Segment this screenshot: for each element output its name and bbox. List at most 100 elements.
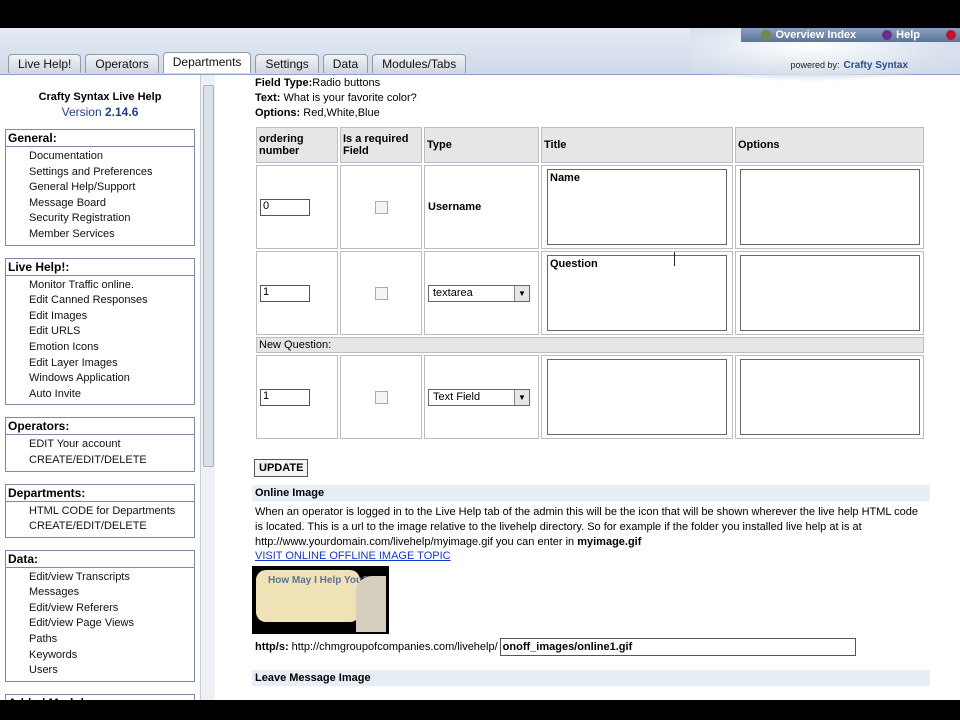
options-textarea[interactable]	[739, 255, 920, 331]
sidebar-item[interactable]: CREATE/EDIT/DELETE	[29, 519, 194, 535]
app-window: Overview Index Help powered by: Crafty Sy…	[0, 28, 960, 700]
sidebar-group-title: General:	[6, 130, 194, 147]
sidebar-item[interactable]: Emotion Icons	[29, 340, 194, 356]
video-letterbox-top	[0, 0, 960, 28]
online-image-filename: myimage.gif	[577, 536, 642, 548]
required-checkbox[interactable]	[374, 200, 388, 214]
sidebar-item[interactable]: Edit/view Transcripts	[29, 570, 194, 586]
text-label: Text:	[255, 92, 281, 104]
options-value: Red,White,Blue	[303, 107, 380, 119]
sidebar-item[interactable]: Paths	[29, 632, 194, 648]
help-label: Help	[896, 29, 920, 41]
http-base-url: http://chmgroupofcompanies.com/livehelp/	[291, 641, 498, 653]
type-select-value: Text Field	[433, 391, 481, 403]
sidebar-group: General: Documentation Settings and Prefer…	[5, 129, 195, 246]
sidebar-item[interactable]: Edit/view Page Views	[29, 616, 194, 632]
chevron-down-icon[interactable]: ▼	[514, 285, 529, 301]
tab-operators[interactable]: Operators	[85, 54, 159, 73]
options-textarea[interactable]	[739, 359, 920, 435]
type-cell: Username	[424, 165, 539, 249]
tab-modules[interactable]: Modules/Tabs	[372, 54, 467, 73]
field-type-label: Field Type:	[255, 77, 313, 89]
field-type-value: Radio buttons	[312, 77, 381, 89]
sidebar-item[interactable]: General Help/Support	[29, 180, 194, 196]
type-text: Username	[428, 201, 482, 213]
text-cursor	[674, 252, 677, 266]
http-row: http/s: http://chmgroupofcompanies.com/l…	[255, 638, 856, 656]
sidebar-group-items: Monitor Traffic online. Edit Canned Respo…	[6, 275, 194, 405]
sidebar-item[interactable]: CREATE/EDIT/DELETE	[29, 453, 194, 469]
sidebar-group: Departments: HTML CODE for Departments CRE…	[5, 483, 195, 538]
tab-data[interactable]: Data	[322, 54, 369, 73]
type-select[interactable]: textarea ▼	[428, 284, 530, 302]
help-icon	[882, 30, 893, 40]
tab-live-help[interactable]: Live Help!	[8, 54, 82, 73]
new-question-row: New Question:	[256, 337, 924, 353]
tab-settings[interactable]: Settings	[255, 54, 319, 73]
table-row: 1 Text Field ▼	[256, 355, 924, 439]
sidebar-scroll-thumb[interactable]	[203, 85, 214, 467]
online-image-heading: Online Image	[252, 485, 930, 501]
sidebar-item[interactable]: Users	[29, 663, 194, 679]
sidebar-item[interactable]: Edit/view Referers	[29, 601, 194, 617]
overview-index-link[interactable]: Overview Index	[761, 29, 856, 41]
options-cell	[735, 355, 924, 439]
sidebar-scrollbar[interactable]	[200, 75, 215, 700]
tab-departments[interactable]: Departments	[162, 52, 252, 73]
title-cell	[541, 355, 733, 439]
sidebar-item[interactable]: Edit Layer Images	[29, 356, 194, 372]
update-button[interactable]: UPDATE	[254, 459, 309, 477]
online-offline-topic-link[interactable]: VISIT ONLINE OFFLINE IMAGE TOPIC	[255, 550, 451, 562]
type-select[interactable]: Text Field ▼	[428, 388, 530, 406]
video-letterbox-bottom	[0, 700, 960, 720]
ordering-input[interactable]: 1	[260, 388, 310, 406]
online-image-url-input[interactable]: onoff_images/online1.gif	[499, 638, 856, 656]
sidebar-item[interactable]: EDIT Your account	[29, 437, 194, 453]
col-ordering: ordering number	[256, 127, 338, 163]
title-cell: Question	[541, 251, 733, 335]
powered-by-label: powered by:	[790, 60, 840, 70]
sidebar-item[interactable]: Auto Invite	[29, 387, 194, 403]
col-type: Type	[424, 127, 539, 163]
title-textarea[interactable]: Question	[547, 255, 727, 331]
title-textarea[interactable]	[547, 359, 727, 435]
required-checkbox[interactable]	[374, 286, 388, 300]
options-line: Options: Red,White,Blue	[255, 107, 380, 119]
ordering-input[interactable]: 1	[260, 284, 310, 302]
sidebar-item[interactable]: Documentation	[29, 149, 194, 165]
options-cell	[735, 251, 924, 335]
main-content: Field Type:Radio buttons Text: What is y…	[250, 75, 940, 700]
sidebar-item[interactable]: Security Registration	[29, 211, 194, 227]
required-checkbox[interactable]	[374, 390, 388, 404]
sidebar-item[interactable]: Edit URLS	[29, 324, 194, 340]
leave-message-heading: Leave Message Image	[252, 670, 930, 686]
sidebar-item[interactable]: Member Services	[29, 227, 194, 243]
close-link[interactable]	[946, 30, 956, 40]
sidebar-group-title: Data:	[6, 550, 194, 568]
sidebar-item[interactable]: Windows Application	[29, 371, 194, 387]
powered-by: powered by: Crafty Syntax	[791, 60, 909, 71]
operator-silhouette	[356, 576, 386, 632]
options-textarea[interactable]	[739, 169, 920, 245]
sidebar-version: Version 2.14.6	[5, 105, 195, 119]
sidebar-content: Crafty Syntax Live Help Version 2.14.6 G…	[5, 75, 195, 700]
ordering-cell: 0	[256, 165, 338, 249]
ordering-input[interactable]: 0	[260, 198, 310, 216]
type-cell: Text Field ▼	[424, 355, 539, 439]
sidebar-item[interactable]: Settings and Preferences	[29, 165, 194, 181]
chevron-down-icon[interactable]: ▼	[514, 389, 529, 405]
type-select-value: textarea	[433, 287, 473, 299]
online-image-description: When an operator is logged in to the Liv…	[255, 505, 920, 550]
help-link[interactable]: Help	[882, 29, 920, 41]
sidebar-group-title: Live Help!:	[6, 258, 194, 276]
sidebar-item[interactable]: Keywords	[29, 648, 194, 664]
sidebar-item[interactable]: Messages	[29, 585, 194, 601]
table-row: 1 textarea ▼ Question	[256, 251, 924, 335]
sidebar-item[interactable]: Message Board	[29, 196, 194, 212]
sidebar-item[interactable]: HTML CODE for Departments	[29, 504, 194, 520]
sidebar-item[interactable]: Monitor Traffic online.	[29, 278, 194, 294]
sidebar-item[interactable]: Edit Images	[29, 309, 194, 325]
title-textarea[interactable]: Name	[547, 169, 727, 245]
sidebar-item[interactable]: Edit Canned Responses	[29, 293, 194, 309]
online-image-caption: How May I Help You?	[268, 575, 369, 586]
